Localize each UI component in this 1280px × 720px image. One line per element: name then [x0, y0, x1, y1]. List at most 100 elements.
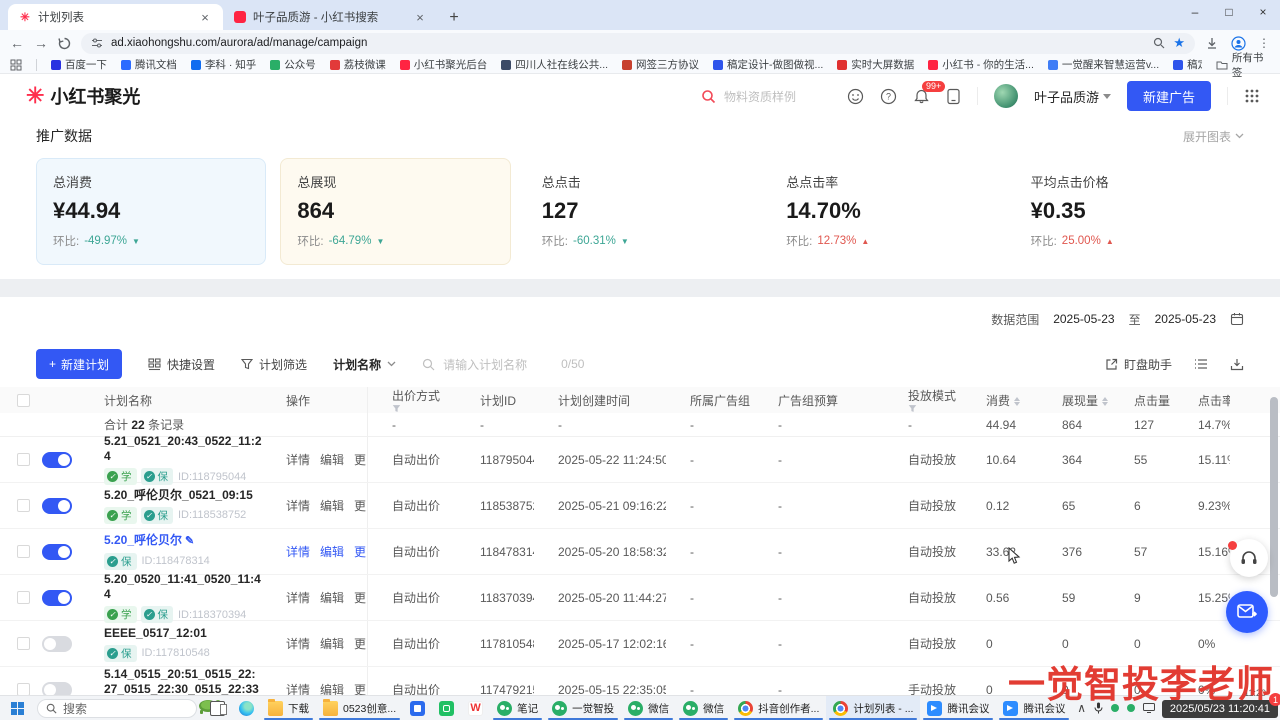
bookmark-star-icon[interactable]: ★: [1173, 35, 1185, 51]
col-plan-name[interactable]: 计划名称: [80, 392, 262, 409]
start-button[interactable]: [4, 696, 31, 720]
op-more-link[interactable]: 更多: [354, 589, 368, 606]
browser-tab-active[interactable]: ✳ 计划列表 ×: [8, 4, 223, 30]
taskbar-app[interactable]: 腾讯会议: [920, 696, 996, 720]
new-ad-button[interactable]: 新建广告: [1127, 81, 1211, 111]
op-edit-link[interactable]: 编辑: [320, 635, 344, 652]
reload-icon[interactable]: [58, 37, 71, 50]
url-input[interactable]: ad.xiaohongshu.com/aurora/ad/manage/camp…: [81, 33, 1195, 54]
expand-chart-button[interactable]: 展开图表: [1183, 128, 1244, 145]
taskbar-app[interactable]: 计划列表 - ...: [826, 696, 920, 720]
apps-grid-icon[interactable]: [10, 59, 22, 71]
user-menu[interactable]: 叶子品质游: [1034, 87, 1111, 106]
op-detail-link[interactable]: 详情: [286, 451, 310, 468]
plan-search-input[interactable]: 请输入计划名称 0/50: [422, 356, 584, 373]
taskbar-app[interactable]: 微信: [621, 696, 676, 720]
bookmark-item[interactable]: 网签三方协议: [622, 57, 699, 72]
row-checkbox[interactable]: [17, 545, 30, 558]
date-from[interactable]: 2025-05-23: [1053, 312, 1114, 326]
date-to[interactable]: 2025-05-23: [1155, 312, 1216, 326]
profile-icon[interactable]: [1231, 36, 1246, 51]
plan-enable-toggle[interactable]: [42, 452, 72, 468]
filter-icon[interactable]: [392, 404, 456, 413]
filter-icon[interactable]: [908, 404, 962, 413]
taskbar-app[interactable]: [232, 696, 261, 720]
row-checkbox[interactable]: [17, 499, 30, 512]
download-icon[interactable]: [1205, 36, 1219, 50]
op-edit-link[interactable]: 编辑: [320, 451, 344, 468]
bookmark-item[interactable]: 实时大屏数据: [837, 57, 914, 72]
taskbar-search-input[interactable]: 搜索: [37, 699, 197, 718]
customer-service-button[interactable]: [1230, 539, 1268, 577]
col-ad-group[interactable]: 所属广告组: [666, 392, 754, 409]
window-maximize-button[interactable]: □: [1212, 0, 1246, 24]
op-more-link[interactable]: 更多: [354, 451, 368, 468]
edit-pencil-icon[interactable]: ✎: [185, 535, 194, 547]
col-plan-id[interactable]: 计划ID: [456, 392, 534, 409]
taskbar-app[interactable]: [432, 696, 461, 720]
row-checkbox[interactable]: [17, 453, 30, 466]
taskbar-app[interactable]: 笔记: [490, 696, 545, 720]
taskbar-app[interactable]: 0523创意...: [316, 696, 403, 720]
sort-icon[interactable]: [1014, 397, 1020, 406]
row-checkbox[interactable]: [17, 637, 30, 650]
op-edit-link[interactable]: 编辑: [320, 589, 344, 606]
quick-settings-button[interactable]: 快捷设置: [148, 356, 215, 373]
bookmark-item[interactable]: 小红书聚光后台: [400, 57, 488, 72]
calendar-icon[interactable]: [1230, 312, 1244, 326]
user-avatar[interactable]: [994, 84, 1018, 108]
browser-menu-icon[interactable]: ⋮: [1258, 36, 1270, 50]
taskbar-app[interactable]: 一觉智投: [545, 696, 621, 720]
plan-name-link[interactable]: 5.20_呼伦贝尔✎: [104, 533, 262, 549]
vertical-scrollbar[interactable]: [1270, 397, 1278, 597]
window-minimize-button[interactable]: –: [1178, 0, 1212, 24]
bookmark-item[interactable]: 荔枝微课: [330, 57, 386, 72]
feedback-smiley-icon[interactable]: [847, 88, 864, 105]
col-clicks[interactable]: 点击量: [1110, 392, 1174, 409]
op-detail-link[interactable]: 详情: [286, 589, 310, 606]
bookmark-item[interactable]: 百度一下: [51, 57, 107, 72]
col-created-time[interactable]: 计划创建时间: [534, 392, 666, 409]
col-delivery-mode[interactable]: 投放模式: [884, 387, 962, 413]
taskbar-app[interactable]: 抖音创作者...: [731, 696, 826, 720]
bookmark-item[interactable]: 一觉醒来智慧运营v...: [1048, 57, 1159, 72]
op-more-link[interactable]: 更多: [354, 497, 368, 514]
forward-icon[interactable]: →: [34, 35, 48, 51]
all-bookmarks-button[interactable]: 所有书签: [1216, 50, 1270, 80]
col-ctr[interactable]: 点击率: [1174, 392, 1230, 409]
taskbar-app[interactable]: 微信: [676, 696, 731, 720]
op-more-link[interactable]: 更多: [354, 543, 368, 560]
plan-name-link[interactable]: 5.20_0520_11:41_0520_11:44✎: [104, 572, 262, 602]
op-more-link[interactable]: 更多: [354, 635, 368, 652]
notifications-bell-icon[interactable]: 99+: [913, 88, 930, 105]
new-plan-button[interactable]: +新建计划: [36, 349, 122, 379]
plan-enable-toggle[interactable]: [42, 590, 72, 606]
site-settings-icon[interactable]: [91, 37, 103, 49]
op-detail-link[interactable]: 详情: [286, 543, 310, 560]
op-edit-link[interactable]: 编辑: [320, 497, 344, 514]
browser-tab-inactive[interactable]: 叶子品质游 - 小红书搜索 ×: [223, 4, 438, 30]
help-icon[interactable]: ?: [880, 88, 897, 105]
op-detail-link[interactable]: 详情: [286, 635, 310, 652]
export-download-icon[interactable]: [1230, 358, 1244, 371]
bookmark-item[interactable]: 腾讯文档: [121, 57, 177, 72]
col-group-budget[interactable]: 广告组预算: [754, 392, 884, 409]
plan-filter-button[interactable]: 计划筛选: [241, 356, 307, 373]
plan-enable-toggle[interactable]: [42, 498, 72, 514]
taskbar-app[interactable]: [203, 696, 232, 720]
col-cost[interactable]: 消费: [962, 392, 1038, 409]
sort-icon[interactable]: [1102, 397, 1108, 406]
plan-enable-toggle[interactable]: [42, 544, 72, 560]
bookmark-item[interactable]: 李科 · 知乎: [191, 57, 256, 72]
mobile-preview-icon[interactable]: [946, 88, 961, 105]
plan-name-link[interactable]: 5.20_呼伦贝尔_0521_09:15✎: [104, 488, 262, 503]
tab-close-icon[interactable]: ×: [197, 10, 213, 25]
zoom-icon[interactable]: [1153, 37, 1165, 49]
plan-name-dropdown[interactable]: 计划名称: [333, 356, 396, 373]
app-logo[interactable]: ✳ 小红书聚光: [26, 83, 140, 109]
back-icon[interactable]: ←: [10, 35, 24, 51]
apps-launcher-icon[interactable]: [1244, 88, 1260, 104]
plan-name-link[interactable]: EEEE_0517_12:01✎: [104, 626, 262, 641]
op-detail-link[interactable]: 详情: [286, 497, 310, 514]
bookmark-item[interactable]: 小红书 - 你的生活...: [928, 57, 1034, 72]
